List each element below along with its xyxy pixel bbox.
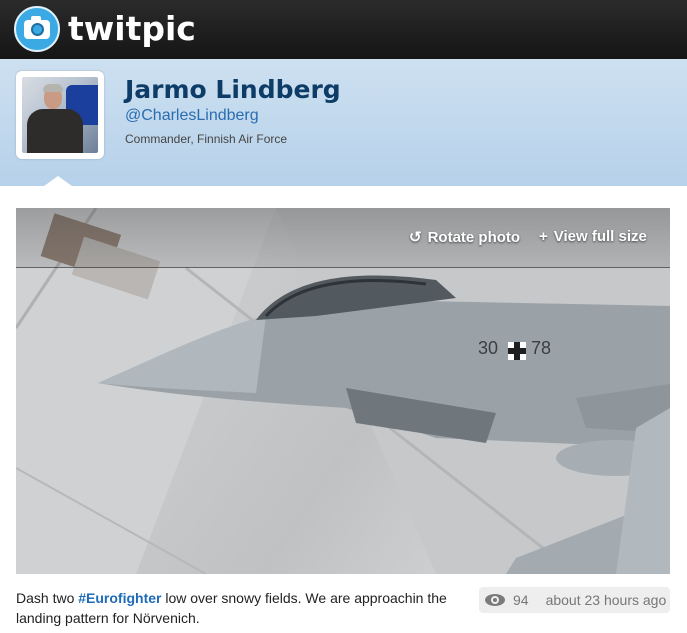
- photo-toolbar: ↺ Rotate photo + View full size: [16, 208, 670, 268]
- plus-icon: +: [539, 228, 548, 245]
- posted-time: about 23 hours ago: [545, 592, 667, 608]
- eye-icon: [485, 594, 505, 606]
- top-bar: twitpic: [0, 0, 687, 59]
- profile-bio: Commander, Finnish Air Force: [125, 132, 288, 146]
- hashtag-link[interactable]: #Eurofighter: [78, 590, 161, 606]
- profile-handle[interactable]: @CharlesLindberg: [125, 107, 259, 125]
- camera-icon: [14, 6, 60, 52]
- aircraft-number-left: 30: [478, 338, 499, 358]
- view-full-size-button[interactable]: + View full size: [539, 228, 647, 245]
- full-size-label: View full size: [553, 228, 647, 245]
- aircraft-number-right: 78: [531, 338, 552, 358]
- photo-stats: 94 about 23 hours ago: [479, 587, 670, 613]
- view-count: 94: [513, 592, 529, 608]
- profile-pointer: [44, 176, 72, 186]
- rotate-photo-button[interactable]: ↺ Rotate photo: [409, 228, 521, 247]
- rotate-icon: ↺: [409, 229, 422, 246]
- avatar[interactable]: [16, 71, 104, 159]
- rotate-label: Rotate photo: [427, 228, 521, 246]
- profile-name[interactable]: Jarmo Lindberg: [125, 75, 341, 104]
- photo-caption: Dash two #Eurofighter low over snowy fie…: [16, 588, 466, 628]
- profile-header: [0, 59, 687, 186]
- caption-text-before: Dash two: [16, 590, 79, 606]
- main-photo[interactable]: 30 78 ↺ Rotate photo + View full size: [16, 208, 670, 574]
- logo-text: twitpic: [68, 9, 196, 48]
- twitpic-logo[interactable]: twitpic: [14, 6, 196, 52]
